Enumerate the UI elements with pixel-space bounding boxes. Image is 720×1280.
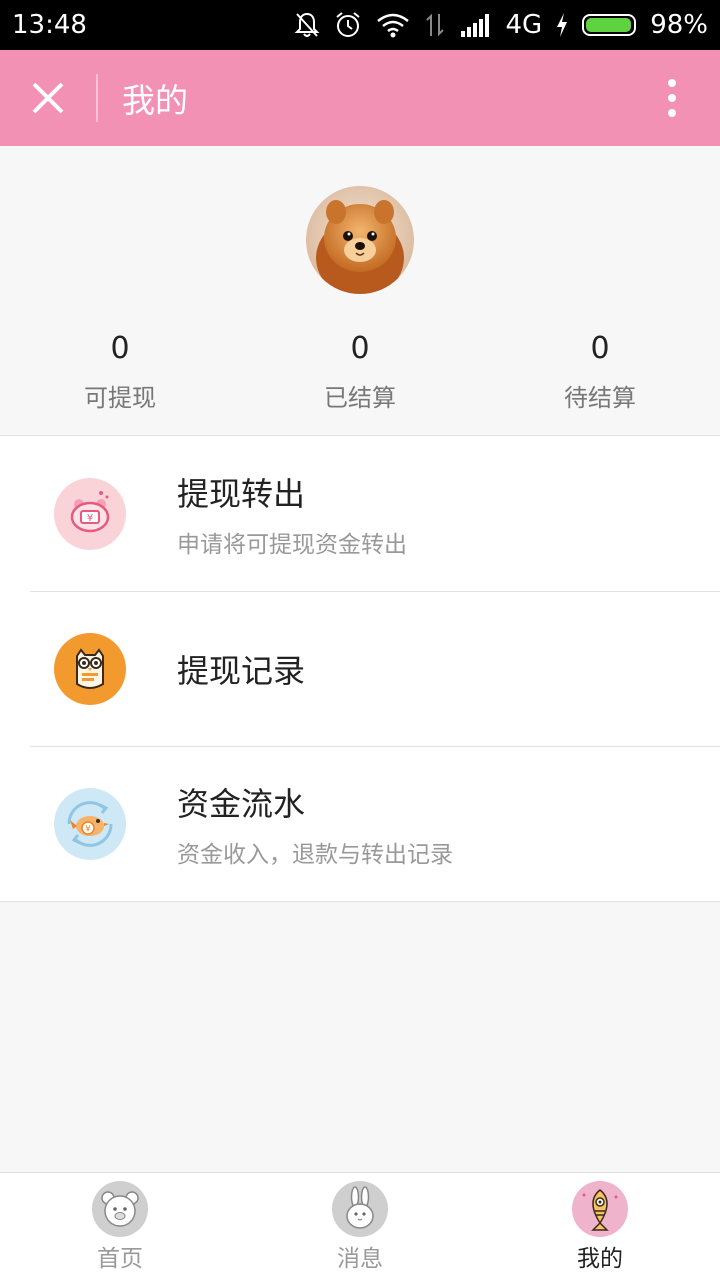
profile-section: 0 可提现 0 已结算 0 待结算 [0,146,720,435]
stat-withdrawable[interactable]: 0 可提现 [0,326,240,413]
charging-icon [556,13,568,37]
tab-label: 首页 [97,1246,143,1272]
menu-item-fund-flow[interactable]: ¥ 资金流水 资金收入，退款与转出记录 [0,746,720,901]
status-time: 13:48 [12,10,87,40]
tab-label: 我的 [577,1246,623,1272]
menu-list: ¥ 提现转出 申请将可提现资金转出 提现记录 ¥ 资金流水 资金收入，退款与转出… [0,435,720,902]
bell-off-icon [294,11,320,39]
signal-icon [460,13,492,37]
pomeranian-avatar [306,186,414,294]
status-bar: 13:48 4G 98% [0,0,720,50]
more-button[interactable] [624,50,720,146]
battery-icon [582,14,637,36]
stat-label: 已结算 [324,384,396,412]
piggy-bank-icon: ¥ [54,477,126,550]
more-vertical-icon [668,79,676,117]
alarm-icon [334,11,362,39]
stat-pending[interactable]: 0 待结算 [480,326,720,413]
stat-label: 可提现 [84,384,156,412]
owl-icon [54,632,126,705]
battery-fill [586,18,632,32]
svg-text:¥: ¥ [85,824,91,834]
tab-label: 消息 [337,1246,383,1272]
menu-item-title: 资金流水 [177,784,306,823]
stat-value: 0 [350,331,370,366]
app-bar: 我的 [0,50,720,146]
fish-icon [572,1181,628,1237]
bear-icon [92,1181,148,1237]
status-icons: 4G 98% [294,10,708,40]
network-type: 4G [505,10,543,40]
menu-item-title: 提现记录 [177,651,306,690]
menu-item-title: 提现转出 [177,474,306,513]
stat-label: 待结算 [564,384,636,412]
stat-value: 0 [110,331,130,366]
bird-coin-icon: ¥ [54,787,126,860]
tab-bar: 首页 消息 我的 [0,1172,720,1280]
wifi-icon [376,12,410,38]
tab-mine[interactable]: 我的 [480,1173,720,1280]
menu-item-withdraw[interactable]: ¥ 提现转出 申请将可提现资金转出 [0,436,720,591]
data-arrows-icon [424,12,446,38]
stat-settled[interactable]: 0 已结算 [240,326,480,413]
close-icon [32,82,64,114]
page-title: 我的 [122,81,188,120]
stats-row: 0 可提现 0 已结算 0 待结算 [0,326,720,413]
menu-item-subtitle: 申请将可提现资金转出 [177,531,407,558]
menu-item-subtitle: 资金收入，退款与转出记录 [177,841,453,868]
menu-item-withdraw-records[interactable]: 提现记录 [0,591,720,746]
tab-home[interactable]: 首页 [0,1173,240,1280]
rabbit-icon [332,1181,388,1237]
avatar[interactable] [306,186,414,294]
svg-text:¥: ¥ [87,513,93,524]
appbar-divider [96,74,98,122]
stat-value: 0 [590,331,610,366]
close-button[interactable] [0,50,96,146]
battery-percent: 98% [650,10,708,40]
tab-messages[interactable]: 消息 [240,1173,480,1280]
